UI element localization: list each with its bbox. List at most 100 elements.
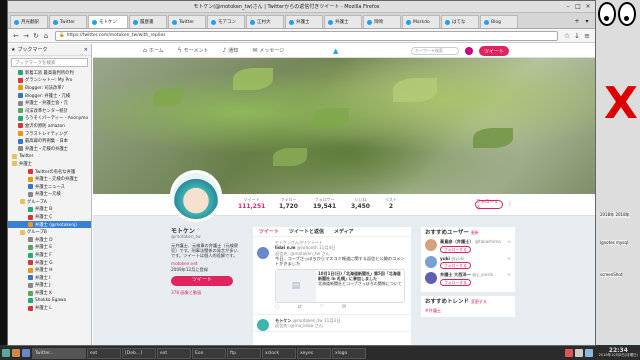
maximize-icon[interactable]: □ (574, 3, 582, 11)
tab-media[interactable]: メディア (334, 228, 354, 235)
tweet-author[interactable]: lidai n.m (275, 245, 296, 250)
bookmark-item[interactable]: 弁護士 G (8, 259, 91, 267)
bookmark-item[interactable]: 弁護士 I (8, 274, 91, 282)
stat-0[interactable]: ツイート 111,251 (238, 197, 265, 210)
bookmark-folder[interactable]: 弁護士 (8, 160, 91, 168)
tab-9[interactable]: 岡崎 (363, 15, 401, 28)
tab-0[interactable]: 月光翻訳 (10, 15, 48, 28)
more-icon[interactable]: ⋮ (507, 201, 513, 208)
nav-home[interactable]: ⌂ ホーム (143, 47, 164, 54)
avatar[interactable] (257, 318, 269, 331)
tab-6[interactable]: 江村大 (246, 15, 284, 28)
bookmark-item[interactable]: Shokko Egawa (8, 297, 91, 305)
home-icon[interactable]: ⌂ (41, 31, 51, 41)
tab-list-icon[interactable]: ▾ (583, 18, 591, 26)
bookmark-star-icon[interactable]: ☆ (562, 31, 572, 41)
back-icon[interactable]: ← (11, 31, 21, 41)
user-name[interactable]: yuki (440, 256, 450, 261)
bookmark-item[interactable]: Blogger: 弁護士・元検 (8, 92, 91, 100)
bookmark-folder[interactable]: グループA (8, 198, 91, 206)
nav-messages[interactable]: ✉ メッセージ (252, 47, 284, 54)
launcher-icon[interactable] (22, 349, 30, 357)
twitter-search-input[interactable]: キーワード検索 (411, 47, 459, 55)
dismiss-icon[interactable]: × (507, 272, 511, 277)
bookmark-item[interactable]: 弁護士 C (8, 213, 91, 221)
follow-user-button[interactable]: フォローする (440, 278, 471, 287)
nav-notifications[interactable]: ♪ 通知 (222, 47, 238, 54)
link-card[interactable]: ▤ 10月1日(日)「北海道新聞社」第5回「北海道新聞社 in 札幌」に参加しま… (275, 269, 405, 304)
close-icon[interactable]: × (84, 47, 88, 53)
profile-tweet-button[interactable]: ツイート (171, 276, 233, 287)
tab-10[interactable]: Markdo (402, 15, 440, 28)
stat-2[interactable]: フォロワー 19,541 (313, 197, 336, 210)
taskbar-task[interactable]: ext (157, 347, 191, 359)
bookmark-item[interactable]: グランシャトー: My Pro (8, 77, 91, 85)
taskbar-task[interactable]: Eon (192, 347, 226, 359)
profile-avatar[interactable] (170, 170, 222, 222)
stat-1[interactable]: フォロー 1,720 (279, 197, 298, 210)
bookmark-item[interactable]: 弁護士 E (8, 244, 91, 252)
bookmark-item[interactable]: 弁護士ー元検 (8, 191, 91, 199)
tray-icon[interactable] (584, 349, 593, 357)
launcher-icon[interactable] (12, 349, 20, 357)
change-link[interactable]: 変更する (471, 299, 487, 304)
follow-user-button[interactable]: フォローする (440, 262, 471, 270)
forward-icon[interactable]: → (21, 31, 31, 41)
bookmark-item[interactable]: 弁護士 F (8, 251, 91, 259)
bookmark-folder[interactable]: グループB (8, 228, 91, 236)
tweet[interactable]: モトケンさんがリツイート lidai n.m @iwaooth 11月4日 返信… (253, 237, 411, 315)
bookmark-item[interactable]: 弁護士 D (8, 236, 91, 244)
avatar[interactable] (425, 239, 437, 252)
bookmark-item[interactable]: Twitterの有名な弁護 (8, 168, 91, 176)
bookmark-item[interactable]: 弁護士 L (8, 304, 91, 312)
new-tab-icon[interactable]: + (573, 18, 581, 26)
tab-8[interactable]: 弁護士 (324, 15, 362, 28)
close-icon[interactable]: × (584, 3, 592, 11)
taskbar-task[interactable]: Twitter... (32, 347, 86, 359)
twitter-bird-icon[interactable]: ▲ (333, 47, 338, 55)
tab-3[interactable]: 履歴書 (129, 15, 167, 28)
avatar[interactable] (465, 47, 473, 55)
taskbar-task[interactable]: ext (87, 347, 121, 359)
bookmark-item[interactable]: Blogger: 司法改革? (8, 84, 91, 92)
tab-5[interactable]: モアコン (207, 15, 245, 28)
like-icon[interactable]: ♡ (320, 305, 324, 311)
tab-4[interactable]: Twitter (168, 15, 206, 28)
app-menu-icon[interactable] (2, 349, 10, 357)
tab-7[interactable]: 弁護士 (285, 15, 323, 28)
stat-3[interactable]: いいね 3,450 (351, 197, 370, 210)
tray-icon[interactable] (574, 349, 583, 357)
taskbar-task[interactable]: xeyes (297, 347, 331, 359)
avatar[interactable] (425, 255, 437, 268)
refresh-link[interactable]: 更新 (471, 230, 479, 235)
menu-icon[interactable]: ≡ (582, 31, 592, 41)
bookmark-folder[interactable]: Twitter (8, 153, 91, 161)
trend-item[interactable]: #弁護士 (425, 308, 511, 313)
bookmark-item[interactable]: 倉沢の原則 amazon (8, 122, 91, 130)
bookmark-item[interactable]: 最高裁の判例集 - 日本 (8, 137, 91, 145)
dismiss-icon[interactable]: × (507, 256, 511, 261)
bookmark-item[interactable]: 弁護士 (@motokenj) (8, 220, 91, 229)
reload-icon[interactable]: ↻ (31, 31, 41, 41)
bookmark-item[interactable]: 弁護士・元検の弁護士 (8, 145, 91, 153)
reply-icon[interactable]: ◌ (275, 305, 279, 311)
taskbar-task[interactable]: xlogo (332, 347, 366, 359)
media-link[interactable]: 378 画像と動画 (171, 290, 241, 295)
avatar[interactable] (257, 247, 269, 259)
clock[interactable]: 22:34 2018年10月8日(月曜日) (599, 348, 638, 358)
taskbar-task[interactable]: xclock (262, 347, 296, 359)
tab-2[interactable]: モトケン (88, 15, 128, 28)
bookmark-item[interactable]: 弁護士 H (8, 266, 91, 274)
nav-moments[interactable]: ϟ モーメント (178, 47, 209, 54)
bookmark-item[interactable]: 弁護士 K (8, 289, 91, 297)
bookmark-item[interactable]: 司法改革センター統計 (8, 107, 91, 115)
bookmark-item[interactable]: 弁護士 J (8, 282, 91, 290)
tab-12[interactable]: Blog (480, 15, 518, 28)
bookmark-search-input[interactable]: ブックマークを検索 (11, 58, 88, 67)
bookmark-item[interactable]: 弁護士 B (8, 206, 91, 214)
minimize-icon[interactable]: – (564, 3, 572, 11)
taskbar-task[interactable]: ftp (227, 347, 261, 359)
user-name[interactable]: 弁護士 大西洋一 (440, 272, 471, 277)
retweet-icon[interactable]: ⇄ (297, 305, 301, 311)
tab-tweets[interactable]: ツイート (259, 228, 279, 235)
